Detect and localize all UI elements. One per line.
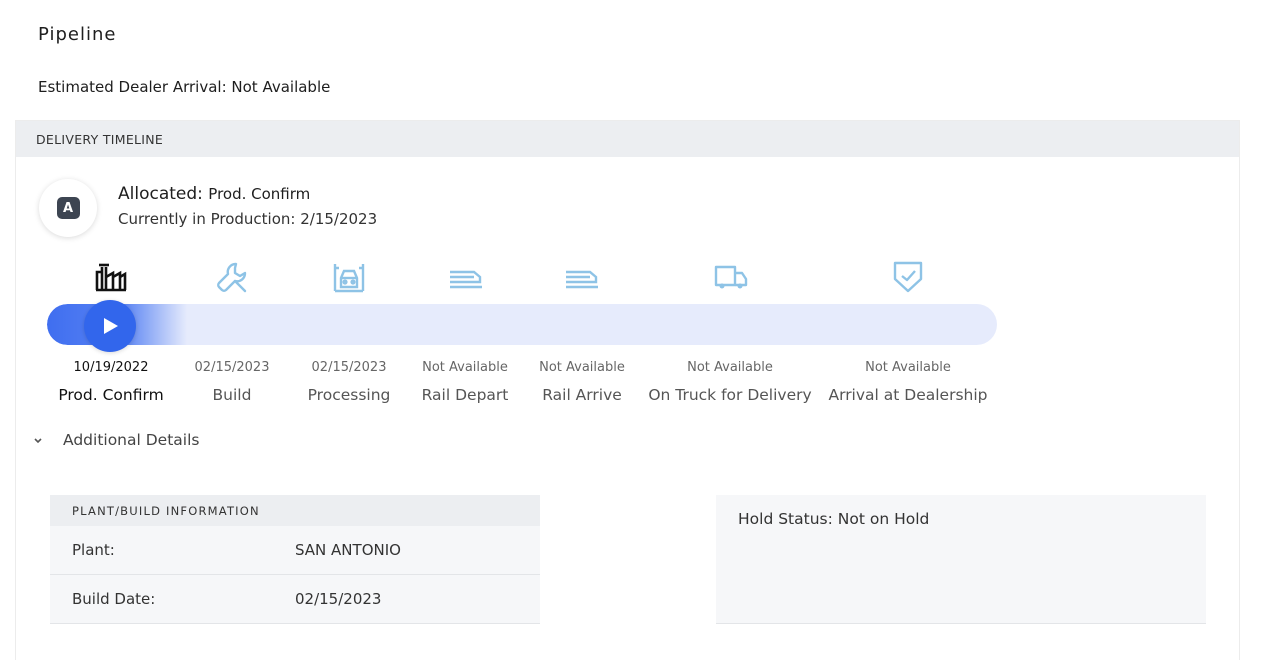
additional-details-toggle[interactable]: Additional Details [31, 430, 199, 449]
avatar-letter: A [56, 197, 80, 219]
rail-icon [562, 257, 602, 297]
stage-date: Not Available [539, 360, 625, 375]
hold-status-box: Hold Status: Not on Hold [716, 495, 1206, 624]
chevron-down-icon [31, 430, 45, 449]
wrench-icon [212, 257, 252, 297]
play-button[interactable] [84, 300, 136, 352]
status-line: Allocated: Prod. Confirm [118, 184, 310, 204]
row-value: SAN ANTONIO [295, 541, 401, 559]
page-title: Pipeline [38, 24, 117, 45]
stage-date: Not Available [687, 360, 773, 375]
shield-check-icon [888, 257, 928, 297]
status-avatar: A [39, 179, 97, 237]
table-row: Build Date: 02/15/2023 [50, 575, 540, 624]
stage-label-arrival: Arrival at Dealership [828, 386, 988, 404]
table-row: Plant: SAN ANTONIO [50, 526, 540, 575]
estimated-arrival-text: Estimated Dealer Arrival: Not Available [38, 78, 331, 96]
hold-status-text: Hold Status: Not on Hold [738, 510, 930, 528]
delivery-timeline-card: DELIVERY TIMELINE A Allocated: Prod. Con… [15, 120, 1240, 660]
factory-icon [91, 257, 131, 297]
stage-date: Not Available [865, 360, 951, 375]
truck-icon [711, 257, 751, 297]
additional-details-label: Additional Details [63, 430, 200, 449]
plant-build-info: PLANT/BUILD INFORMATION Plant: SAN ANTON… [50, 495, 540, 624]
status-main: Allocated: [118, 184, 203, 204]
progress-track [47, 304, 997, 345]
rail-icon [446, 257, 486, 297]
row-key: Plant: [72, 541, 115, 559]
status-sub: Currently in Production: 2/15/2023 [118, 210, 378, 228]
plant-build-header: PLANT/BUILD INFORMATION [50, 495, 540, 526]
row-value: 02/15/2023 [295, 590, 382, 608]
status-stage: Prod. Confirm [208, 185, 311, 203]
stage-label-on-truck: On Truck for Delivery [648, 386, 812, 404]
row-key: Build Date: [72, 590, 156, 608]
car-processing-icon [329, 257, 369, 297]
play-icon [104, 318, 118, 334]
delivery-timeline-header: DELIVERY TIMELINE [16, 121, 1239, 157]
